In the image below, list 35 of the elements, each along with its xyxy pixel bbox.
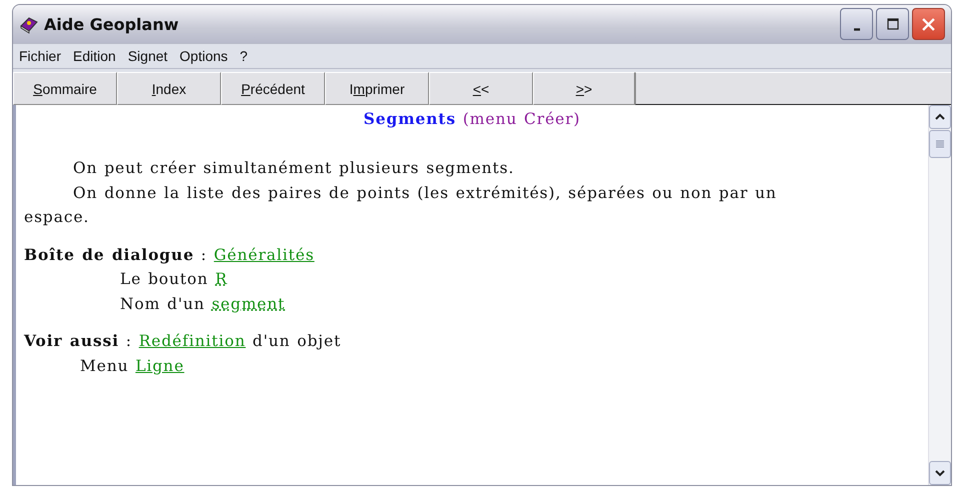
menu-item[interactable]: Signet	[128, 48, 168, 64]
help-link[interactable]: Redéfinition	[138, 332, 246, 350]
minimize-button[interactable]	[840, 8, 873, 40]
topic-title: Segments (menu Créer)	[362, 108, 582, 130]
help-text: Nom d'un segment	[119, 294, 286, 314]
close-icon	[922, 18, 935, 30]
help-text: Boîte de dialogue : Généralités	[24, 244, 316, 266]
toolbar-button[interactable]: Précédent	[221, 72, 325, 105]
maximize-icon	[886, 18, 898, 30]
minimize-icon	[854, 28, 860, 30]
help-link[interactable]: Ligne	[135, 356, 184, 374]
popup-link[interactable]: R	[215, 270, 228, 288]
help-text: Voir aussi : Redéfinition d'un objet	[24, 330, 342, 352]
scroll-thumb[interactable]	[929, 130, 951, 158]
scroll-down-button[interactable]	[929, 461, 951, 485]
help-text: Le bouton R	[119, 269, 229, 290]
menu-item[interactable]: Edition	[73, 48, 116, 64]
toolbar-button[interactable]: Sommaire	[13, 72, 117, 105]
close-button[interactable]	[912, 8, 945, 40]
toolbar-button[interactable]: Index	[117, 72, 221, 105]
toolbar-button[interactable]: Imprimer	[325, 72, 429, 105]
help-text: On donne la liste des paires de points (les extrémités), séparées ou non par un espace.	[24, 182, 778, 228]
help-link[interactable]: Généralités	[214, 246, 314, 264]
menu-item[interactable]: ?	[240, 48, 248, 64]
help-text: On peut créer simultanément plusieurs segments.	[72, 158, 516, 179]
toolbar-button[interactable]: >>	[533, 72, 635, 105]
maximize-button[interactable]	[876, 8, 909, 40]
toolbar-button[interactable]: <<	[429, 72, 533, 105]
window-title: Aide Geoplanw	[44, 14, 180, 34]
menu-item[interactable]: Options	[180, 48, 228, 64]
scroll-up-button[interactable]	[929, 105, 951, 129]
menu-item[interactable]: Fichier	[19, 48, 62, 64]
help-text: Menu Ligne	[79, 356, 186, 376]
scrollbar[interactable]	[928, 105, 951, 485]
popup-link[interactable]: segment	[212, 294, 286, 312]
